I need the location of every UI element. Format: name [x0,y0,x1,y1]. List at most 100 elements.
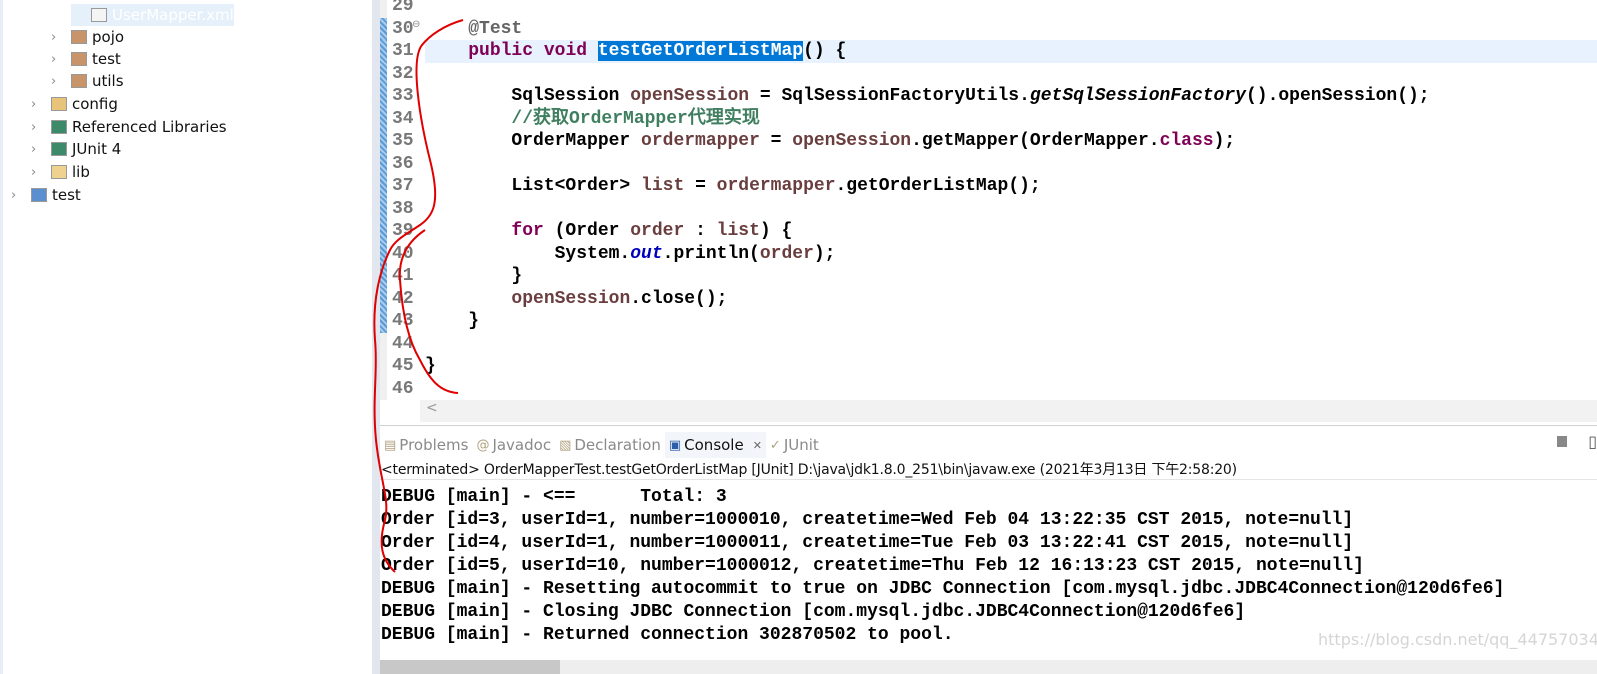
code-token: .println( [662,243,760,264]
code-line[interactable] [425,378,1597,401]
tree-item-label: JUnit 4 [72,140,122,158]
tree-item[interactable]: › Referenced Libraries [31,116,227,138]
line-number: 40 [392,243,414,264]
tree-item[interactable]: › test [51,48,121,70]
code-token: = SqlSessionFactoryUtils. [749,86,1030,106]
tree-item[interactable]: › config [31,93,118,115]
scrollbar-thumb[interactable] [380,660,560,674]
code-line[interactable]: SqlSession openSession = SqlSessionFacto… [425,85,1597,108]
code-line[interactable] [425,0,1597,18]
panel-divider[interactable] [372,0,380,674]
library-icon [51,142,67,156]
code-line[interactable]: openSession.close(); [425,288,1597,311]
tree-item[interactable]: › lib [31,161,90,183]
code-line[interactable] [425,198,1597,221]
code-token: getSqlSessionFactory [1029,86,1246,106]
code-token: list [716,221,760,241]
expand-chevron-icon[interactable]: › [31,142,45,157]
code-token: public [468,41,534,61]
change-marker [380,40,387,63]
tree-item-label: utils [92,72,124,90]
code-line[interactable] [425,63,1597,86]
tree-item[interactable]: › test [11,184,81,206]
tree-item-label: config [72,95,118,113]
line-number: 36 [392,153,414,174]
code-line[interactable] [425,333,1597,356]
tree-item[interactable]: › pojo [51,26,124,48]
change-marker [380,197,387,220]
console-horizontal-scrollbar[interactable] [380,660,1597,674]
code-token: void [543,41,588,61]
tab-label: Console [684,436,744,454]
expand-chevron-icon[interactable]: › [51,30,65,45]
package-icon [71,74,87,88]
code-token: .close(); [630,288,728,309]
expand-chevron-icon[interactable]: › [11,188,25,203]
line-number: 31 [392,41,414,61]
code-token: //获取OrderMapper代理实现 [425,108,760,129]
code-token: ().openSession(); [1245,86,1430,106]
code-line[interactable]: @Test [425,18,1597,41]
fold-toggle-icon[interactable]: ⊖ [412,19,420,30]
code-token: System. [425,243,631,264]
code-token: ) { [759,221,793,241]
tab-problems[interactable]: ▤ Problems [380,432,472,458]
tab-junit[interactable]: ✓ JUnit [766,432,823,458]
expand-chevron-icon[interactable]: › [51,74,65,89]
code-line[interactable]: List<Order> list = ordermapper.getOrderL… [425,175,1597,198]
code-line[interactable] [425,153,1597,176]
line-number: 37 [392,176,414,196]
editor-horizontal-scrollbar[interactable]: < [420,400,1597,422]
folder-icon [51,165,67,179]
watermark: https://blog.csdn.net/qq_44757034 [1318,630,1597,649]
minimize-icon[interactable] [1557,436,1567,447]
code-line[interactable]: } [425,310,1597,333]
console-line: Order [id=4, userId=1, number=1000011, c… [381,533,1354,553]
tree-item[interactable]: UserMapper.xml [71,4,234,26]
code-line[interactable]: for (Order order : list) { [425,220,1597,243]
tab-console[interactable]: ▣ Console ✕ [664,432,766,458]
line-number: 30 [392,18,414,39]
tree-item[interactable]: › utils [51,70,124,92]
line-number: 43 [392,311,414,331]
code-line[interactable]: public void testGetOrderListMap() { [425,40,1597,63]
code-token: OrderMapper [425,131,642,151]
code-token: .getMapper(OrderMapper. [911,131,1160,151]
tree-item-label: test [52,186,81,204]
code-token: .getOrderListMap(); [835,176,1041,196]
code-line[interactable]: } [425,265,1597,288]
code-line[interactable]: OrderMapper ordermapper = openSession.ge… [425,130,1597,153]
change-marker [380,130,387,153]
tree-item[interactable]: › JUnit 4 [31,138,121,160]
package-explorer: UserMapper.xml › pojo › test › utils › config › Re… [0,0,372,674]
javadoc-icon: @ [476,437,490,453]
line-number: 32 [392,63,414,84]
expand-chevron-icon[interactable]: › [31,97,45,112]
console-line: DEBUG [main] - Closing JDBC Connection [… [381,602,1246,622]
code-token: () { [803,41,847,61]
code-token: ); [1213,131,1236,151]
tab-label: Javadoc [492,436,552,454]
code-editor[interactable]: 29 30 ⊖ @Test 31 public void testGetOrder… [380,0,1597,425]
code-token: list [641,176,685,196]
code-token: openSession [792,131,912,151]
expand-chevron-icon[interactable]: › [31,165,45,180]
expand-chevron-icon[interactable]: › [51,52,65,67]
close-tab-icon[interactable]: ✕ [753,439,762,452]
junit-icon: ✓ [769,437,781,453]
tab-javadoc[interactable]: @ Javadoc [472,432,555,458]
code-token: } [425,311,480,331]
maximize-icon[interactable]: ▯ [1588,432,1597,451]
code-line[interactable]: } [425,355,1597,378]
expand-chevron-icon[interactable]: › [31,120,45,135]
panel-tabs: ▤ Problems @ Javadoc ▧ Declaration ▣ Console ✕ ✓ J… [380,432,1597,458]
code-line[interactable]: //获取OrderMapper代理实现 [425,108,1597,131]
code-line[interactable]: System.out.println(order); [425,243,1597,266]
change-marker [380,220,387,243]
tab-declaration[interactable]: ▧ Declaration [555,432,665,458]
change-marker [380,152,387,175]
scroll-left-icon[interactable]: < [426,400,438,416]
line-number: 34 [392,108,414,129]
